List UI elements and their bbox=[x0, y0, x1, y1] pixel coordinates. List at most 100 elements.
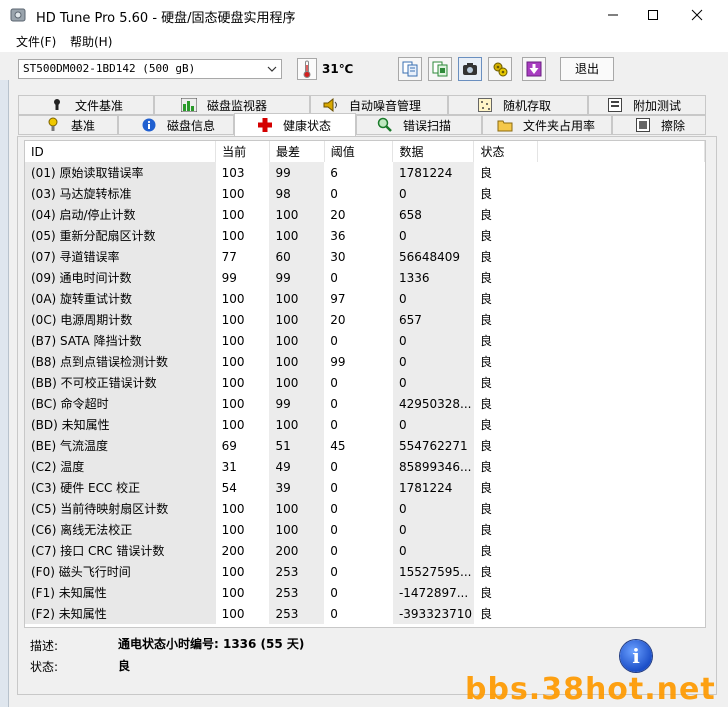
copy-text-icon[interactable] bbox=[398, 57, 422, 81]
table-row[interactable]: (F0) 磁头飞行时间 100 253 0 15527595... 良 bbox=[25, 561, 705, 582]
tab-erase[interactable]: 擦除 bbox=[612, 115, 706, 135]
tab-health[interactable]: 健康状态 bbox=[234, 113, 356, 137]
table-row[interactable]: (BC) 命令超时 100 99 0 42950328... 良 bbox=[25, 393, 705, 414]
cell-threshold: 0 bbox=[324, 456, 393, 477]
table-row[interactable]: (07) 寻道错误率 77 60 30 56648409 良 bbox=[25, 246, 705, 267]
table-row[interactable]: (05) 重新分配扇区计数 100 100 36 0 良 bbox=[25, 225, 705, 246]
cell-current: 103 bbox=[215, 162, 270, 183]
cell-current: 69 bbox=[215, 435, 270, 456]
table-row[interactable]: (C5) 当前待映射扇区计数 100 100 0 0 良 bbox=[25, 498, 705, 519]
table-row[interactable]: (03) 马达旋转标准 100 98 0 0 良 bbox=[25, 183, 705, 204]
tab-disk-monitor[interactable]: 磁盘监视器 bbox=[154, 95, 310, 115]
cell-threshold: 0 bbox=[324, 183, 393, 204]
column-header-status[interactable]: 状态 bbox=[473, 141, 539, 162]
cell-filler bbox=[538, 288, 705, 309]
tab-label: 附加测试 bbox=[633, 98, 682, 113]
cell-status: 良 bbox=[473, 435, 538, 456]
cell-filler bbox=[538, 393, 705, 414]
cell-worst: 100 bbox=[269, 204, 325, 225]
smart-table[interactable]: ID 当前 最差 阈值 数据 状态 (01) 原始读取错误率 103 99 6 1781… bbox=[24, 140, 706, 628]
menu-file[interactable]: 文件(F) bbox=[16, 33, 56, 50]
cell-current: 100 bbox=[215, 330, 270, 351]
tab-random-access[interactable]: 随机存取 bbox=[448, 95, 588, 115]
table-row[interactable]: (F1) 未知属性 100 253 0 -1472897... 良 bbox=[25, 582, 705, 603]
cell-id: (BD) 未知属性 bbox=[25, 414, 216, 435]
drive-select[interactable]: ST500DM002-1BD142 (500 gB) bbox=[18, 59, 282, 79]
status-value: 良 bbox=[118, 659, 131, 673]
tab-benchmark[interactable]: 基准 bbox=[18, 115, 118, 135]
cell-data: 657 bbox=[392, 309, 474, 330]
cell-id: (BE) 气流温度 bbox=[25, 435, 216, 456]
table-row[interactable]: (B8) 点到点错误检测计数 100 100 99 0 良 bbox=[25, 351, 705, 372]
cell-status: 良 bbox=[473, 477, 538, 498]
cell-data: 554762271 bbox=[392, 435, 474, 456]
close-icon[interactable] bbox=[674, 0, 720, 30]
column-header-worst[interactable]: 最差 bbox=[269, 141, 325, 162]
table-row[interactable]: (0C) 电源周期计数 100 100 20 657 良 bbox=[25, 309, 705, 330]
column-header-current[interactable]: 当前 bbox=[215, 141, 270, 162]
table-row[interactable]: (C7) 接口 CRC 错误计数 200 200 0 0 良 bbox=[25, 540, 705, 561]
column-header-threshold[interactable]: 阈值 bbox=[324, 141, 394, 162]
cell-status: 良 bbox=[473, 603, 538, 624]
cell-id: (BB) 不可校正错误计数 bbox=[25, 372, 216, 393]
copy-screen-icon[interactable] bbox=[428, 57, 452, 81]
table-row[interactable]: (04) 启动/停止计数 100 100 20 658 良 bbox=[25, 204, 705, 225]
app-icon bbox=[10, 7, 26, 23]
window-title: HD Tune Pro 5.60 - 硬盘/固态硬盘实用程序 bbox=[36, 11, 296, 26]
cell-filler bbox=[538, 561, 705, 582]
exit-button[interactable]: 退出 bbox=[560, 57, 614, 81]
chevron-down-icon[interactable] bbox=[265, 60, 279, 78]
tab-disk-info[interactable]: 磁盘信息 bbox=[118, 115, 234, 135]
table-row[interactable]: (01) 原始读取错误率 103 99 6 1781224 良 bbox=[25, 162, 705, 183]
cell-threshold: 99 bbox=[324, 351, 393, 372]
settings-icon[interactable] bbox=[488, 57, 512, 81]
cell-current: 100 bbox=[215, 204, 270, 225]
column-header-id[interactable]: ID bbox=[25, 141, 217, 162]
cell-data: 658 bbox=[392, 204, 474, 225]
cell-filler bbox=[538, 330, 705, 351]
cell-filler bbox=[538, 372, 705, 393]
table-row[interactable]: (C6) 离线无法校正 100 100 0 0 良 bbox=[25, 519, 705, 540]
table-row[interactable]: (F2) 未知属性 100 253 0 -393323710 良 bbox=[25, 603, 705, 624]
tab-label: 健康状态 bbox=[283, 118, 332, 133]
column-header-data[interactable]: 数据 bbox=[392, 141, 475, 162]
tab-label: 错误扫描 bbox=[403, 118, 452, 133]
cell-id: (09) 通电时间计数 bbox=[25, 267, 216, 288]
save-icon[interactable] bbox=[522, 57, 546, 81]
tab-file-benchmark[interactable]: 文件基准 bbox=[18, 95, 154, 115]
cell-threshold: 0 bbox=[324, 267, 393, 288]
tab-noise-management[interactable]: 自动噪音管理 bbox=[310, 95, 448, 115]
cell-worst: 99 bbox=[269, 393, 325, 414]
table-row[interactable]: (BE) 气流温度 69 51 45 554762271 良 bbox=[25, 435, 705, 456]
cell-data: -1472897... bbox=[392, 582, 474, 603]
table-row[interactable]: (0A) 旋转重试计数 100 100 97 0 良 bbox=[25, 288, 705, 309]
table-row[interactable]: (09) 通电时间计数 99 99 0 1336 良 bbox=[25, 267, 705, 288]
cell-data: 0 bbox=[392, 519, 474, 540]
tab-extra-tests[interactable]: 附加测试 bbox=[588, 95, 706, 115]
cell-data: 1781224 bbox=[392, 477, 474, 498]
cell-filler bbox=[538, 519, 705, 540]
table-row[interactable]: (BB) 不可校正错误计数 100 100 0 0 良 bbox=[25, 372, 705, 393]
maximize-icon[interactable] bbox=[630, 0, 676, 30]
info-button-icon[interactable]: i bbox=[620, 640, 652, 672]
table-row[interactable]: (B7) SATA 降挡计数 100 100 0 0 良 bbox=[25, 330, 705, 351]
cell-worst: 99 bbox=[269, 267, 325, 288]
tab-folder-usage[interactable]: 文件夹占用率 bbox=[482, 115, 612, 135]
cell-id: (0C) 电源周期计数 bbox=[25, 309, 216, 330]
cell-worst: 253 bbox=[269, 603, 325, 624]
extra-tests-icon bbox=[607, 97, 623, 113]
cell-data: 85899346... bbox=[392, 456, 474, 477]
cell-filler bbox=[538, 309, 705, 330]
table-row[interactable]: (C3) 硬件 ECC 校正 54 39 0 1781224 良 bbox=[25, 477, 705, 498]
disk-monitor-icon bbox=[181, 97, 197, 113]
table-row[interactable]: (C2) 温度 31 49 0 85899346... 良 bbox=[25, 456, 705, 477]
speaker-icon bbox=[323, 97, 339, 113]
table-row[interactable]: (BD) 未知属性 100 100 0 0 良 bbox=[25, 414, 705, 435]
camera-icon[interactable] bbox=[458, 57, 482, 81]
tab-error-scan[interactable]: 错误扫描 bbox=[356, 115, 482, 135]
cell-status: 良 bbox=[473, 582, 538, 603]
menu-help[interactable]: 帮助(H) bbox=[70, 33, 112, 50]
cell-id: (0A) 旋转重试计数 bbox=[25, 288, 216, 309]
cell-threshold: 0 bbox=[324, 519, 393, 540]
tab-label: 基准 bbox=[71, 118, 96, 133]
